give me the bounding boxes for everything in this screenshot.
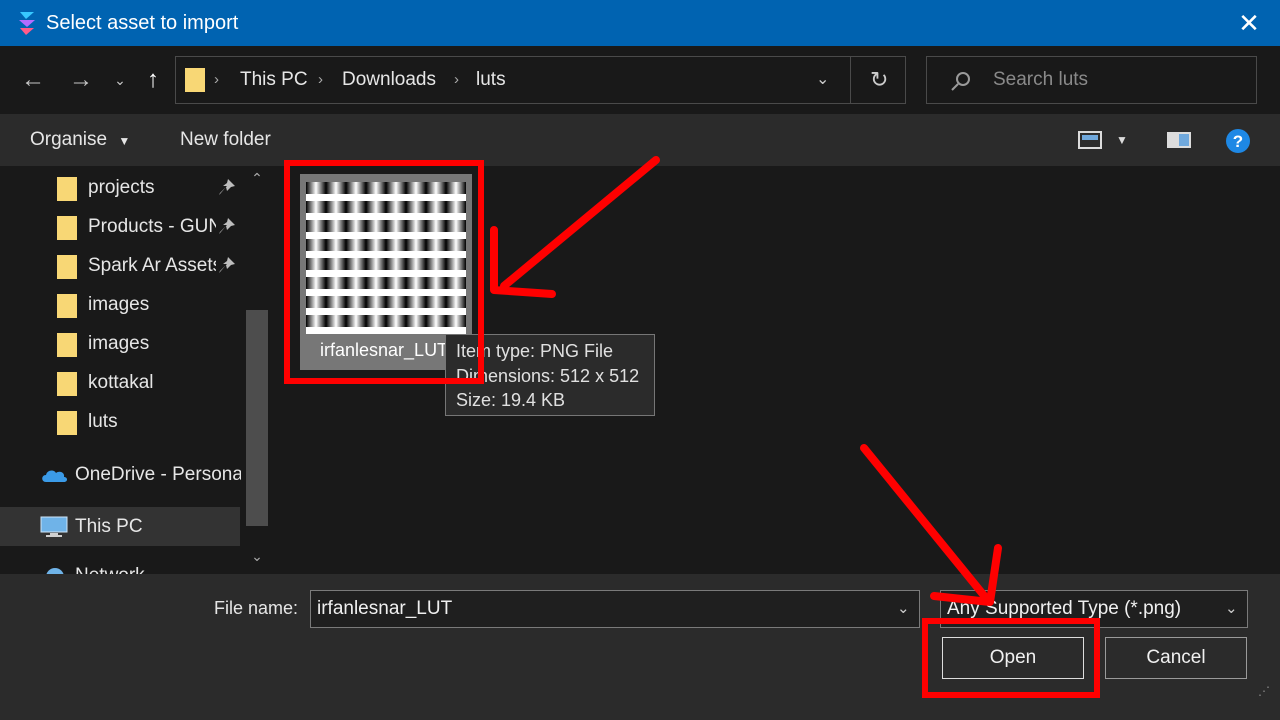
- folder-icon: [57, 177, 77, 201]
- file-name-value: irfanlesnar_LUT: [317, 598, 453, 619]
- folder-icon: [57, 216, 77, 240]
- annotation-arrow-icon: [490, 156, 660, 298]
- breadcrumb-downloads[interactable]: Downloads: [342, 57, 436, 103]
- sidebar-item-label: projects: [88, 177, 155, 198]
- search-box[interactable]: Search luts: [926, 56, 1257, 104]
- refresh-icon[interactable]: ↻: [870, 57, 888, 103]
- preview-pane-icon[interactable]: [1166, 131, 1192, 149]
- sidebar-item-label: Network: [75, 556, 215, 574]
- folder-icon: [57, 372, 77, 396]
- search-icon: [951, 72, 970, 91]
- tooltip-size: Size: 19.4 KB: [456, 390, 566, 410]
- search-placeholder: Search luts: [993, 69, 1089, 90]
- address-dropdown-chevron-icon[interactable]: ⌄: [816, 57, 829, 103]
- sidebar-item-label: Products - GUN: [88, 216, 216, 237]
- resize-grip-icon[interactable]: ⋰: [1258, 684, 1270, 698]
- sidebar-item-products-gun[interactable]: Products - GUN: [0, 207, 240, 246]
- view-chevron-down-icon[interactable]: ▼: [1116, 128, 1128, 152]
- sidebar-item-label: kottakal: [88, 372, 154, 393]
- file-name-input[interactable]: irfanlesnar_LUT ⌄: [310, 590, 920, 628]
- annotation-highlight-file: [284, 160, 484, 384]
- scroll-down-chevron-icon[interactable]: ⌄: [246, 548, 268, 565]
- sidebar-item-spark-ar-assets[interactable]: Spark Ar Assets: [0, 246, 240, 285]
- annotation-highlight-open: [922, 618, 1100, 698]
- pin-icon: [219, 257, 235, 273]
- file-type-chevron-icon[interactable]: ⌄: [1225, 591, 1238, 627]
- breadcrumb-separator-icon: ›: [318, 71, 323, 88]
- sidebar-item-this-pc[interactable]: This PC: [0, 507, 240, 546]
- sidebar-item-luts[interactable]: luts: [0, 402, 240, 441]
- breadcrumb-this-pc[interactable]: This PC: [240, 57, 308, 103]
- file-name-label: File name:: [214, 598, 299, 618]
- sidebar-item-images[interactable]: images: [0, 285, 240, 324]
- close-icon[interactable]: ✕: [1232, 6, 1266, 40]
- spark-ar-logo-icon: [19, 12, 35, 35]
- sidebar-item-images-2[interactable]: images: [0, 324, 240, 363]
- sidebar-item-label: images: [88, 294, 150, 315]
- folder-icon: [57, 255, 77, 279]
- cancel-button[interactable]: Cancel: [1105, 637, 1247, 679]
- navigation-pane: projects Products - GUN Spark Ar Assets …: [0, 166, 272, 574]
- computer-monitor-icon: [40, 516, 68, 537]
- help-icon[interactable]: ?: [1225, 128, 1251, 154]
- annotation-arrow-icon: [860, 444, 1002, 606]
- up-arrow-icon[interactable]: ↑: [136, 58, 170, 102]
- sidebar-item-projects[interactable]: projects: [0, 168, 240, 207]
- folder-icon: [57, 411, 77, 435]
- sidebar-item-network[interactable]: Network: [0, 560, 240, 574]
- address-divider: [850, 57, 851, 103]
- sidebar-item-kottakal[interactable]: kottakal: [0, 363, 240, 402]
- breadcrumb-separator-icon: ›: [454, 71, 459, 88]
- window-title: Select asset to import: [46, 12, 239, 34]
- folder-icon: [57, 294, 77, 318]
- sidebar-scrollbar-thumb[interactable]: [246, 310, 268, 526]
- breadcrumb-separator-icon: ›: [214, 71, 219, 88]
- sidebar-item-label: images: [88, 333, 150, 354]
- sidebar-item-label: luts: [88, 411, 118, 432]
- pin-icon: [219, 179, 235, 195]
- sidebar-item-onedrive[interactable]: OneDrive - Personal: [0, 455, 241, 494]
- sidebar-item-label: OneDrive - Personal: [75, 464, 241, 485]
- sidebar-item-label: This PC: [75, 516, 143, 537]
- view-options-icon[interactable]: [1078, 131, 1102, 149]
- organise-button[interactable]: Organise ▼: [30, 114, 130, 167]
- folder-icon: [57, 333, 77, 357]
- scroll-up-chevron-icon[interactable]: ⌃: [246, 170, 268, 187]
- chevron-down-icon: ▼: [118, 134, 131, 148]
- organise-label: Organise: [30, 129, 108, 150]
- new-folder-button[interactable]: New folder: [180, 114, 271, 166]
- network-globe-icon: [46, 568, 64, 574]
- folder-icon: [185, 68, 205, 92]
- pin-icon: [219, 218, 235, 234]
- forward-arrow-icon[interactable]: →: [62, 58, 100, 102]
- svg-text:?: ?: [1233, 132, 1243, 151]
- onedrive-cloud-icon: [42, 470, 67, 482]
- back-arrow-icon[interactable]: ←: [14, 58, 52, 102]
- breadcrumb-luts[interactable]: luts: [476, 57, 506, 103]
- address-bar[interactable]: › This PC › Downloads › luts ⌄ ↻: [175, 56, 906, 104]
- recent-locations-chevron-icon[interactable]: ⌄: [108, 58, 132, 102]
- sidebar-item-label: Spark Ar Assets: [88, 255, 216, 276]
